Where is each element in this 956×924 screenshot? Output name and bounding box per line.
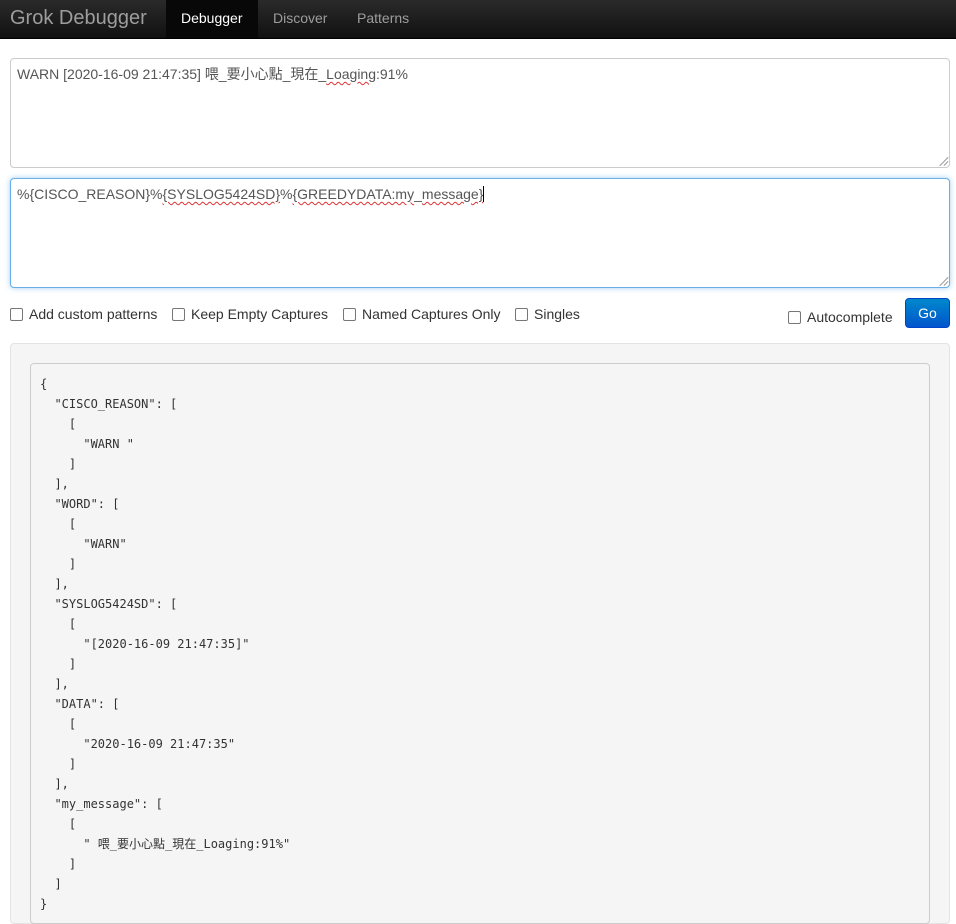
keep-empty-captures-option[interactable]: Keep Empty Captures	[172, 305, 328, 323]
keep-empty-captures-label[interactable]: Keep Empty Captures	[191, 305, 328, 323]
pattern-textarea[interactable]: %{CISCO_REASON}%{SYSLOG5424SD}%{GREEDYDA…	[10, 178, 950, 288]
result-json: { "CISCO_REASON": [ [ "WARN " ] ], "WORD…	[30, 363, 930, 924]
go-button[interactable]: Go	[905, 298, 950, 328]
pattern-text-4: {GREEDYDATA:my	[292, 186, 415, 202]
singles-label[interactable]: Singles	[534, 305, 580, 323]
input-text-misspelled: Loaging	[326, 66, 376, 82]
input-text-prefix: WARN [2020-16-09 21:47:35] 喂_要小心點_現在_	[17, 66, 327, 82]
text-caret	[483, 186, 485, 202]
nav-debugger-tab[interactable]: Debugger	[166, 0, 258, 38]
singles-option[interactable]: Singles	[515, 305, 580, 323]
named-captures-only-option[interactable]: Named Captures Only	[343, 305, 501, 323]
named-captures-only-label[interactable]: Named Captures Only	[362, 305, 501, 323]
resize-handle[interactable]	[938, 276, 948, 286]
autocomplete-option[interactable]: Autocomplete	[788, 308, 893, 326]
add-custom-patterns-label[interactable]: Add custom patterns	[29, 305, 157, 323]
add-custom-patterns-checkbox[interactable]	[10, 307, 23, 321]
pattern-text-5: _	[414, 186, 422, 202]
input-text-suffix: :91%	[376, 66, 408, 82]
singles-checkbox[interactable]	[515, 307, 528, 321]
resize-handle[interactable]	[938, 156, 948, 166]
add-custom-patterns-option[interactable]: Add custom patterns	[10, 305, 157, 323]
navbar: Grok Debugger Debugger Discover Patterns	[0, 0, 956, 39]
nav-discover-tab[interactable]: Discover	[258, 0, 342, 38]
pattern-text-3: %	[280, 186, 293, 202]
input-textarea[interactable]: WARN [2020-16-09 21:47:35] 喂_要小心點_現在_Loa…	[10, 58, 950, 168]
named-captures-only-checkbox[interactable]	[343, 307, 356, 321]
nav-patterns-tab[interactable]: Patterns	[342, 0, 424, 38]
autocomplete-checkbox[interactable]	[788, 310, 801, 324]
keep-empty-captures-checkbox[interactable]	[172, 307, 185, 321]
pattern-text-6: message}	[421, 186, 484, 202]
pattern-text-1: %{CISCO_REASON}%	[17, 186, 163, 202]
pattern-text-2: {SYSLOG5424SD}	[162, 186, 281, 202]
brand-logo[interactable]: Grok Debugger	[10, 6, 147, 30]
autocomplete-label[interactable]: Autocomplete	[807, 308, 893, 326]
